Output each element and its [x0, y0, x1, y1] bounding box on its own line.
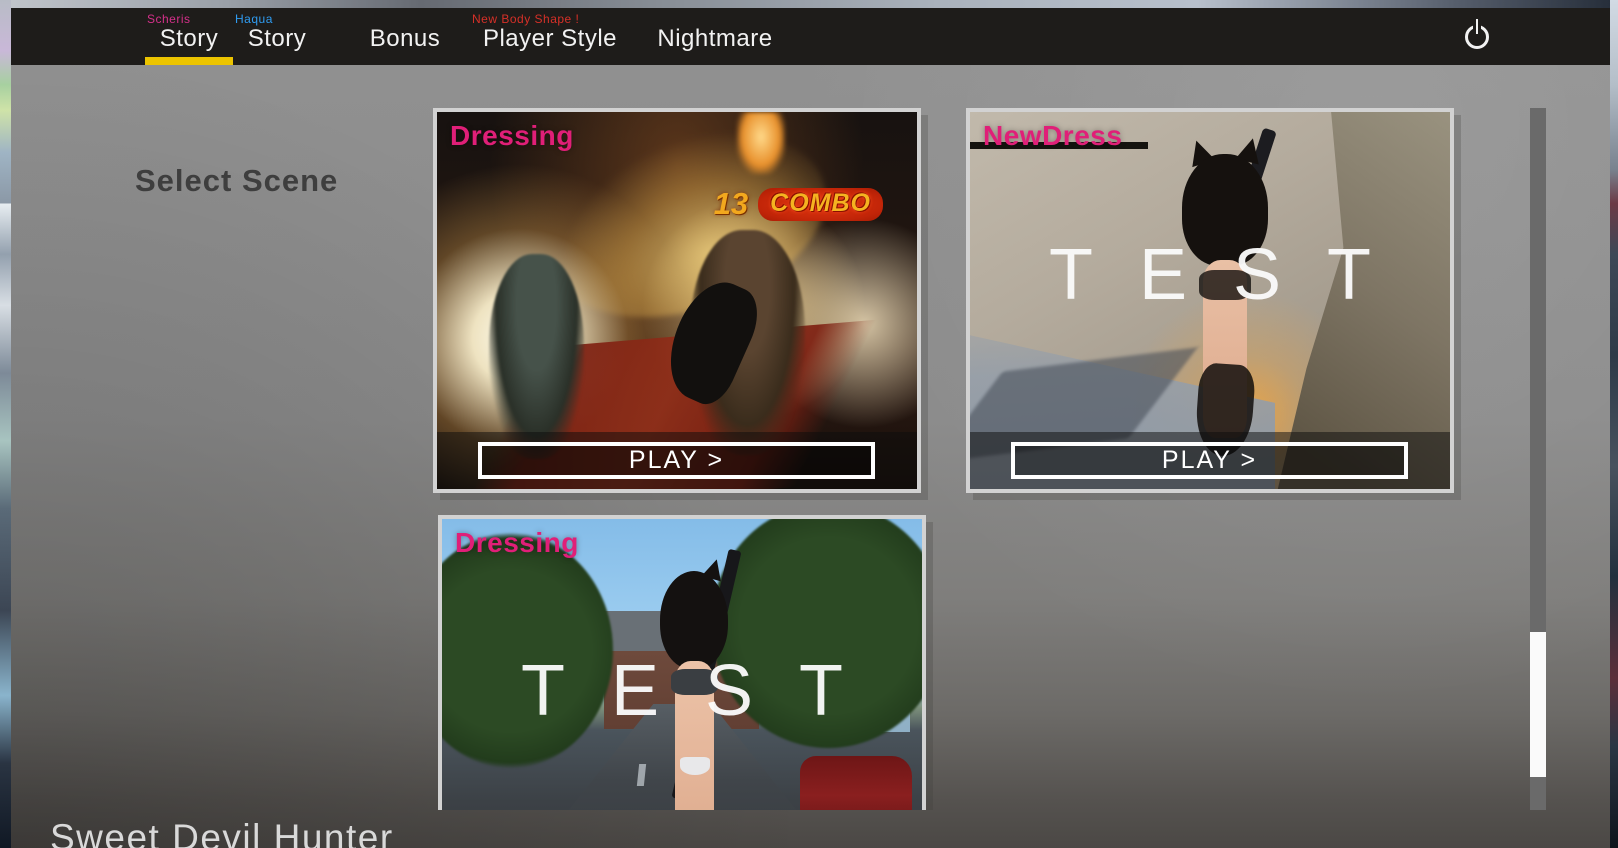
tab-scheris-story[interactable]: Scheris Story	[145, 8, 233, 65]
card-title: NewDress	[983, 120, 1122, 152]
red-car	[800, 756, 912, 810]
play-button[interactable]: PLAY >	[478, 442, 875, 479]
tab-superlabel: Haqua	[235, 12, 273, 26]
scrollbar-thumb[interactable]	[1530, 632, 1546, 777]
tab-superlabel: New Body Shape !	[472, 12, 579, 26]
tab-haqua-story[interactable]: Haqua Story	[233, 8, 321, 65]
overlay-test-text: TEST	[442, 650, 922, 732]
combo-count: 13	[714, 186, 748, 222]
torch-flame	[737, 112, 785, 174]
card-title: Dressing	[450, 120, 574, 152]
combo-counter: 13 COMBO	[714, 186, 883, 222]
play-button[interactable]: PLAY >	[1011, 442, 1408, 479]
monster-figure-left	[489, 254, 584, 459]
power-icon-line	[1473, 19, 1481, 34]
desktop-edge-top	[0, 0, 1618, 8]
tab-label: Bonus	[355, 25, 455, 53]
desktop-edge-left	[0, 0, 11, 848]
tab-label: Player Style	[470, 25, 630, 53]
tab-nightmare[interactable]: Nightmare	[645, 8, 785, 65]
tab-player-style[interactable]: New Body Shape ! Player Style	[470, 8, 630, 65]
tab-label: Story	[145, 25, 233, 53]
scene-list-viewport: 13 COMBO Dressing PLAY >	[11, 108, 1530, 810]
card-title: Dressing	[455, 527, 579, 559]
active-tab-underline	[145, 57, 233, 65]
play-label: PLAY >	[629, 446, 724, 475]
character-outfit-bottom	[680, 757, 710, 775]
main-content: Select Scene 13 COMBO Dressing	[11, 65, 1610, 848]
play-band: PLAY >	[437, 432, 917, 489]
tab-label: Nightmare	[645, 25, 785, 53]
play-label: PLAY >	[1162, 446, 1257, 475]
power-button[interactable]	[1459, 17, 1495, 53]
overlay-test-text: TEST	[970, 234, 1450, 316]
scene-card-dressing-street[interactable]: TEST Dressing	[438, 515, 926, 810]
scene-card-dressing-combat[interactable]: 13 COMBO Dressing PLAY >	[433, 108, 921, 493]
scene-card-newdress[interactable]: TEST NewDress PLAY >	[966, 108, 1454, 493]
combo-word: COMBO	[758, 188, 883, 221]
game-title: Sweet Devil Hunter	[50, 817, 394, 848]
scrollbar-track[interactable]	[1530, 108, 1546, 810]
tab-bonus[interactable]: Bonus	[355, 8, 455, 65]
top-navbar: Scheris Story Haqua Story Bonus New Body…	[11, 8, 1610, 65]
tab-label: Story	[233, 25, 321, 53]
desktop-edge-right	[1610, 0, 1618, 848]
tab-superlabel: Scheris	[147, 12, 191, 26]
game-window: Scheris Story Haqua Story Bonus New Body…	[11, 8, 1610, 848]
play-band: PLAY >	[970, 432, 1450, 489]
